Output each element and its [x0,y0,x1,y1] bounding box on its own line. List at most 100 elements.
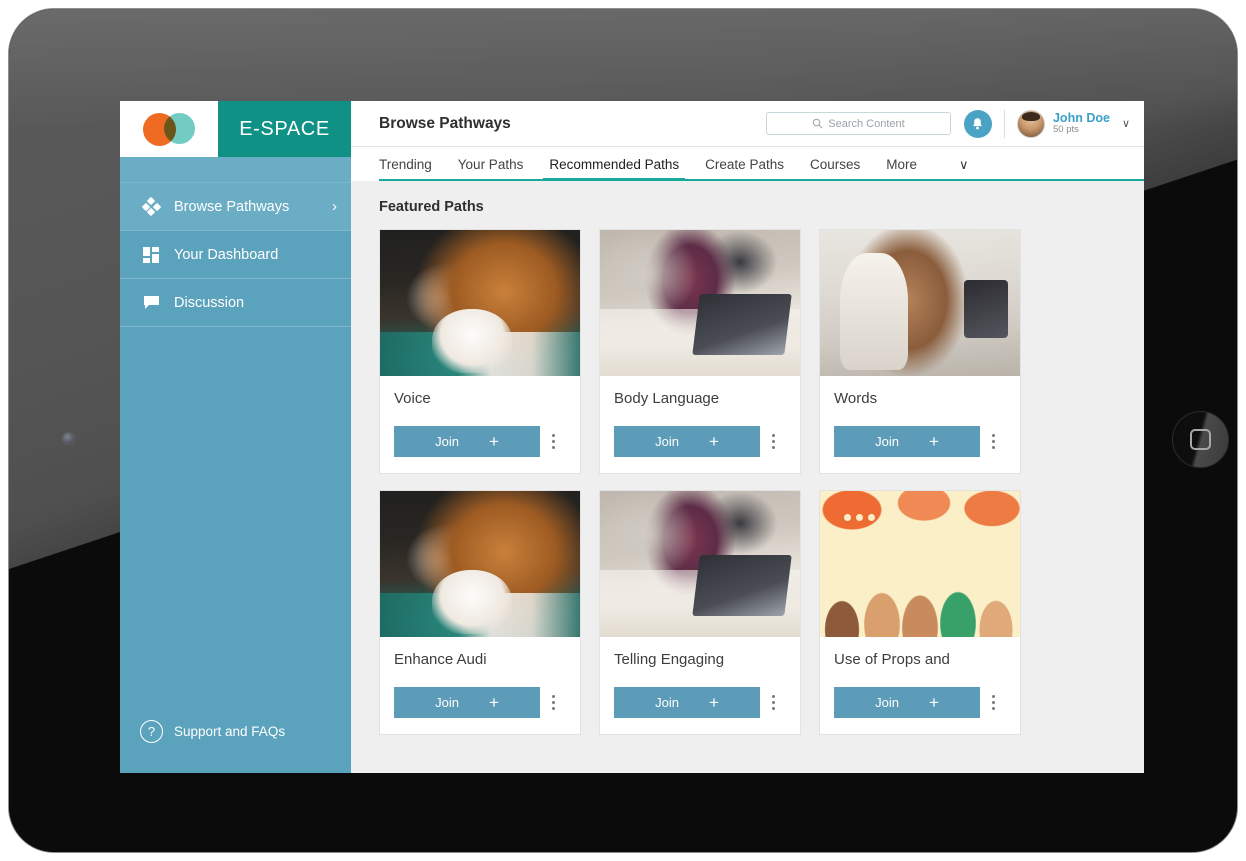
path-card[interactable]: Words Join + [819,229,1021,474]
join-button[interactable]: Join + [394,426,540,457]
tablet-device: E-SPACE Browse Pathways › Your Dashboard [8,8,1238,853]
join-label: Join [435,434,459,449]
path-card-title: Telling Engaging [614,651,725,668]
join-button[interactable]: Join + [614,687,760,718]
avatar [1016,109,1045,138]
support-label: Support and FAQs [174,724,286,739]
topbar: Browse Pathways Search Content John Doe … [351,101,1144,147]
path-card-body: Use of Props and [820,637,1020,671]
path-card-image [380,230,580,376]
tab-courses[interactable]: Courses [810,157,860,179]
diamond-cluster-icon [140,196,162,217]
section-title: Featured Paths [379,199,484,215]
tab-trending[interactable]: Trending [379,157,432,179]
path-card-actions: Join + [820,671,1020,734]
app-screen: E-SPACE Browse Pathways › Your Dashboard [120,101,1144,773]
join-button[interactable]: Join + [834,687,980,718]
path-card-title: Voice [394,390,431,407]
front-camera-dot [63,433,74,444]
topbar-divider [1003,109,1005,138]
brand-logo[interactable] [120,101,218,157]
path-card-body: Body Language [600,376,800,410]
join-label: Join [435,695,459,710]
path-card-body: Voice [380,376,580,410]
sidebar-spacer [120,157,351,183]
more-options-icon[interactable] [980,695,1006,710]
bell-icon [973,117,983,129]
user-points: 50 pts [1052,124,1079,136]
chat-bubble-icon [140,295,162,310]
path-card[interactable]: Voice Join + [379,229,581,474]
path-card-image [820,230,1020,376]
two-overlapping-circles-logo-icon [143,112,195,146]
path-card-image [820,491,1020,637]
path-card-image [380,491,580,637]
tabs: Trending Your Paths Recommended Paths Cr… [379,147,1144,181]
sidebar-item-label: Discussion [174,294,245,311]
home-button[interactable] [1172,411,1229,468]
sidebar-item-label: Browse Pathways [174,198,290,215]
join-label: Join [875,695,899,710]
more-options-icon[interactable] [980,434,1006,449]
path-card-title: Enhance Audi [394,651,487,668]
notification-bell-button[interactable] [963,109,992,138]
sidebar: E-SPACE Browse Pathways › Your Dashboard [120,101,351,773]
tab-your-paths[interactable]: Your Paths [458,157,524,179]
join-label: Join [655,434,679,449]
path-card-title: Body Language [614,390,720,407]
path-card-title: Words [834,390,878,407]
page-title: Browse Pathways [379,114,511,132]
sidebar-item-discussion[interactable]: Discussion [120,279,351,327]
path-card[interactable]: Use of Props and Join + [819,490,1021,735]
main-area: Browse Pathways Search Content John Doe … [351,101,1144,773]
more-options-icon[interactable] [540,695,566,710]
sidebar-item-browse-pathways[interactable]: Browse Pathways › [120,183,351,231]
path-card[interactable]: Enhance Audi Join + [379,490,581,735]
plus-icon: + [928,432,939,451]
search-placeholder: Search Content [828,117,905,130]
path-card-actions: Join + [600,671,800,734]
join-button[interactable]: Join + [834,426,980,457]
path-card-body: Enhance Audi [380,637,580,671]
more-options-icon[interactable] [760,695,786,710]
plus-icon: + [708,432,719,451]
tabs-overflow-chevron-down-icon[interactable]: ∨ [959,157,969,179]
join-label: Join [655,695,679,710]
sidebar-item-label: Your Dashboard [174,246,279,263]
plus-icon: + [928,693,939,712]
search-input[interactable]: Search Content [765,112,951,135]
tab-recommended-paths[interactable]: Recommended Paths [543,157,685,181]
path-card-body: Words [820,376,1020,410]
tab-create-paths[interactable]: Create Paths [705,157,784,179]
sidebar-item-support-and-faqs[interactable]: ? Support and FAQs [120,720,351,773]
path-card-actions: Join + [600,410,800,473]
path-card[interactable]: Telling Engaging Join + [599,490,801,735]
plus-icon: + [488,432,499,451]
path-card-image [600,491,800,637]
brand-row: E-SPACE [120,101,351,157]
home-button-square-icon [1190,429,1211,450]
join-label: Join [875,434,899,449]
plus-icon: + [488,693,499,712]
tab-bar: Trending Your Paths Recommended Paths Cr… [351,147,1144,181]
user-profile-menu[interactable]: John Doe 50 pts ∨ [1016,109,1130,138]
brand-name: E-SPACE [218,101,351,157]
search-icon [813,118,823,129]
path-card-image [600,230,800,376]
join-button[interactable]: Join + [614,426,760,457]
join-button[interactable]: Join + [394,687,540,718]
featured-paths-grid: Voice Join + Body Language Join + Words … [379,229,1144,735]
more-options-icon[interactable] [540,434,566,449]
chevron-down-icon: ∨ [1121,118,1130,130]
path-card[interactable]: Body Language Join + [599,229,801,474]
grid-squares-icon [140,246,162,263]
chevron-right-icon: › [332,198,337,215]
more-options-icon[interactable] [760,434,786,449]
sidebar-filler [120,327,351,720]
tab-more[interactable]: More [886,157,917,179]
path-card-actions: Join + [380,410,580,473]
path-card-actions: Join + [820,410,1020,473]
sidebar-item-your-dashboard[interactable]: Your Dashboard [120,231,351,279]
speech-bubble-dots-icon [844,514,875,522]
question-circle-icon: ? [140,720,163,743]
